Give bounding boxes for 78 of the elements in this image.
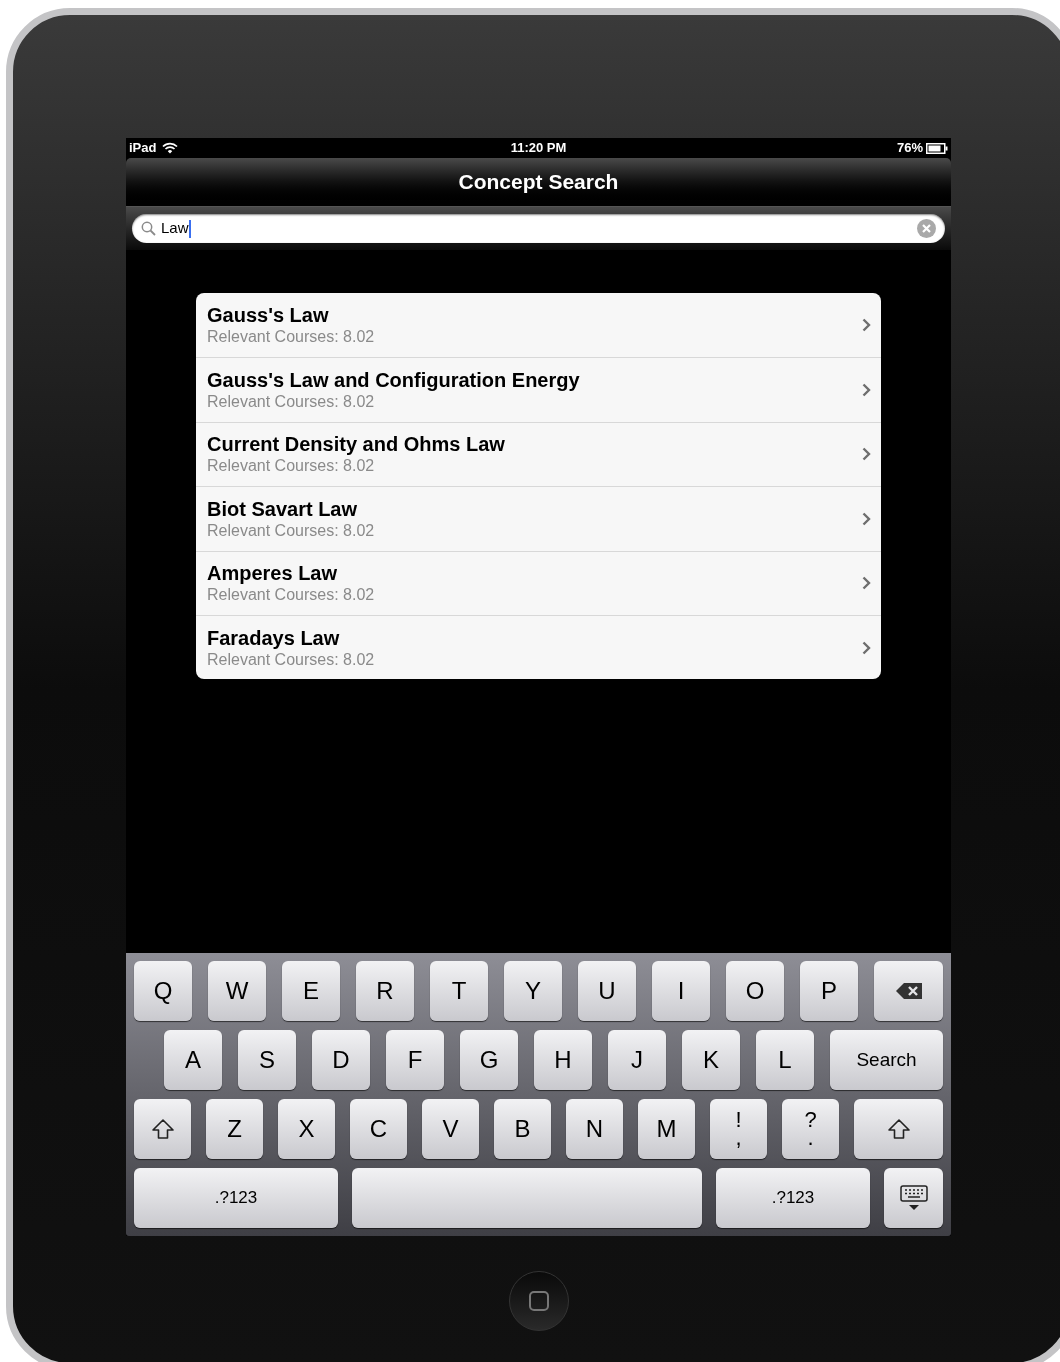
result-subtitle: Relevant Courses: 8.02 bbox=[207, 327, 376, 348]
key[interactable]: B bbox=[494, 1099, 551, 1159]
shift-key[interactable] bbox=[134, 1099, 191, 1159]
key[interactable]: T bbox=[430, 961, 488, 1021]
result-subtitle: Relevant Courses: 8.02 bbox=[207, 649, 376, 670]
search-icon bbox=[141, 221, 156, 236]
punctuation-key[interactable]: ! , bbox=[710, 1099, 767, 1159]
result-subtitle: Relevant Courses: 8.02 bbox=[207, 520, 376, 541]
key[interactable]: C bbox=[350, 1099, 407, 1159]
chevron-right-icon bbox=[862, 576, 871, 591]
result-row[interactable]: Faradays Law Relevant Courses: 8.02 bbox=[196, 614, 881, 680]
key[interactable]: V bbox=[422, 1099, 479, 1159]
text-cursor bbox=[188, 219, 191, 238]
key[interactable]: Y bbox=[504, 961, 562, 1021]
key[interactable]: W bbox=[208, 961, 266, 1021]
shift-icon bbox=[887, 1119, 910, 1139]
result-row[interactable]: Gauss's Law Relevant Courses: 8.02 bbox=[196, 293, 881, 358]
result-title: Gauss's Law and Configuration Energy bbox=[207, 368, 581, 393]
key-label: ! bbox=[735, 1111, 742, 1129]
result-row[interactable]: Amperes Law Relevant Courses: 8.02 bbox=[196, 550, 881, 615]
key[interactable]: I bbox=[652, 961, 710, 1021]
shift-key[interactable] bbox=[854, 1099, 943, 1159]
key[interactable]: J bbox=[608, 1030, 666, 1090]
result-title: Current Density and Ohms Law bbox=[207, 432, 506, 457]
key[interactable]: O bbox=[726, 961, 784, 1021]
numbers-key[interactable]: .?123 bbox=[716, 1168, 870, 1228]
key[interactable]: H bbox=[534, 1030, 592, 1090]
key[interactable]: F bbox=[386, 1030, 444, 1090]
result-subtitle: Relevant Courses: 8.02 bbox=[207, 585, 376, 606]
key[interactable]: Q bbox=[134, 961, 192, 1021]
chevron-right-icon bbox=[862, 383, 871, 398]
key-label: ? bbox=[804, 1111, 817, 1129]
key[interactable]: G bbox=[460, 1030, 518, 1090]
battery-icon bbox=[926, 142, 948, 154]
key[interactable]: E bbox=[282, 961, 340, 1021]
result-title: Faradays Law bbox=[207, 625, 341, 650]
key[interactable]: R bbox=[356, 961, 414, 1021]
wifi-icon bbox=[162, 142, 179, 154]
result-title: Biot Savart Law bbox=[207, 496, 359, 521]
chevron-right-icon bbox=[862, 511, 871, 526]
punctuation-key[interactable]: ? . bbox=[782, 1099, 839, 1159]
key[interactable]: L bbox=[756, 1030, 814, 1090]
result-title: Gauss's Law bbox=[207, 303, 330, 328]
search-field[interactable]: Law bbox=[132, 214, 945, 243]
keyboard-icon bbox=[899, 1185, 928, 1211]
key[interactable]: N bbox=[566, 1099, 623, 1159]
search-text: Law bbox=[161, 218, 189, 239]
key[interactable]: A bbox=[164, 1030, 222, 1090]
key-label: . bbox=[807, 1129, 814, 1147]
key[interactable]: M bbox=[638, 1099, 695, 1159]
battery-percentage: 76% bbox=[896, 139, 923, 158]
key[interactable]: D bbox=[312, 1030, 370, 1090]
key[interactable]: U bbox=[578, 961, 636, 1021]
clock: 11:20 PM bbox=[510, 139, 567, 158]
key[interactable]: Z bbox=[206, 1099, 263, 1159]
navigation-title: Concept Search bbox=[458, 169, 619, 196]
backspace-key[interactable] bbox=[874, 961, 943, 1021]
chevron-right-icon bbox=[862, 318, 871, 333]
result-row[interactable]: Biot Savart Law Relevant Courses: 8.02 bbox=[196, 486, 881, 551]
dismiss-keyboard-key[interactable] bbox=[884, 1168, 943, 1228]
key-label: , bbox=[735, 1129, 742, 1147]
key[interactable]: P bbox=[800, 961, 858, 1021]
result-title: Amperes Law bbox=[207, 561, 339, 586]
result-row[interactable]: Current Density and Ohms Law Relevant Courses: 8.02 bbox=[196, 421, 881, 487]
chevron-right-icon bbox=[862, 640, 871, 655]
result-row[interactable]: Gauss's Law and Configuration Energy Relevant Courses: 8.02 bbox=[196, 357, 881, 422]
square-icon bbox=[528, 1291, 549, 1311]
carrier-label: iPad bbox=[129, 139, 157, 158]
key[interactable]: X bbox=[278, 1099, 335, 1159]
numbers-key[interactable]: .?123 bbox=[134, 1168, 338, 1228]
result-subtitle: Relevant Courses: 8.02 bbox=[207, 392, 376, 413]
backspace-icon bbox=[895, 983, 922, 999]
shift-icon bbox=[151, 1119, 174, 1139]
result-subtitle: Relevant Courses: 8.02 bbox=[207, 456, 376, 477]
key[interactable]: S bbox=[238, 1030, 296, 1090]
chevron-right-icon bbox=[862, 447, 871, 462]
search-key[interactable]: Search bbox=[830, 1030, 943, 1090]
key[interactable]: K bbox=[682, 1030, 740, 1090]
